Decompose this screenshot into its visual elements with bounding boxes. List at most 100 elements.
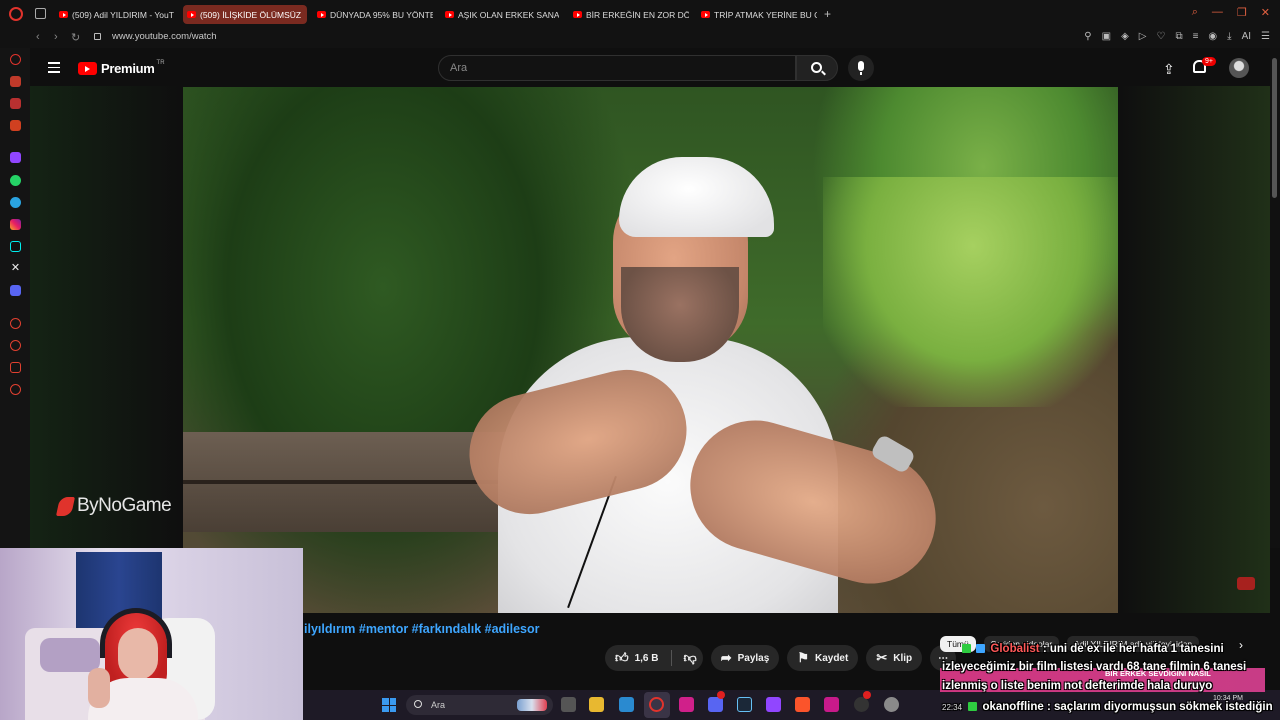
extensions-icon[interactable]: ⧉ <box>1175 31 1182 42</box>
heart-icon[interactable]: ♡ <box>1156 31 1165 42</box>
like-count[interactable]: 1,6 B <box>635 653 659 664</box>
download-icon[interactable]: ⤓ <box>1227 31 1231 42</box>
search-input[interactable] <box>439 56 779 80</box>
store-icon[interactable] <box>619 697 634 712</box>
browser-tab[interactable]: DÜNYADA 95% BU YÖNTE <box>313 5 433 24</box>
clip-button[interactable]: ✂ Klip <box>866 645 923 671</box>
bookmarks-icon[interactable] <box>10 76 21 87</box>
browser-tab[interactable]: AŞIK OLAN ERKEK SANA <box>441 5 559 24</box>
x-twitter-icon[interactable]: ✕ <box>10 263 21 274</box>
minimize-icon[interactable]: — <box>1212 6 1223 19</box>
youtube-favicon-icon <box>701 11 710 18</box>
video-scene-bench-slat <box>183 480 523 484</box>
notification-count-badge: 9+ <box>1202 57 1216 66</box>
adblock-icon[interactable]: ◈ <box>1121 31 1129 42</box>
speed-dial-icon[interactable] <box>10 54 21 65</box>
player-sidebar-icon[interactable] <box>10 318 21 329</box>
avatar[interactable] <box>1229 58 1249 78</box>
pin-icon[interactable]: ⚲ <box>1084 31 1091 42</box>
chat-username: okanoffline <box>982 701 1044 713</box>
youtube-play-icon <box>78 62 97 75</box>
browser-tab[interactable]: BİR ERKEĞİN EN ZOR DÖN <box>569 5 689 24</box>
hamburger-menu-icon[interactable] <box>48 62 60 76</box>
windows-start-icon[interactable] <box>382 698 396 712</box>
app-magenta-icon[interactable] <box>824 697 839 712</box>
extensions-sidebar-icon[interactable] <box>10 362 21 373</box>
search-button[interactable] <box>796 55 838 81</box>
youtube-premium-logo[interactable]: Premium TR <box>78 60 165 76</box>
window-controls: ⌕ — ❐ ✕ <box>1192 6 1270 19</box>
chat-message: izlenmiş o liste benim not defterimde ha… <box>942 680 1212 692</box>
crypto-wallet-icon[interactable] <box>10 98 21 109</box>
browser-tab-strip: (509) Adil YILDIRIM - YouT (509) İLİŞKİD… <box>0 0 1280 28</box>
search-tabs-icon[interactable]: ⌕ <box>1192 6 1198 19</box>
discord-taskbar-icon[interactable] <box>708 697 723 712</box>
messenger-icon[interactable] <box>10 120 21 131</box>
chat-text: uni de ex ile her hafta 1 tanesini <box>1049 643 1224 655</box>
close-icon[interactable]: ✕ <box>1261 6 1270 19</box>
new-tab-button[interactable]: + <box>824 7 831 21</box>
create-upload-icon[interactable]: ⇪ <box>1163 61 1175 78</box>
scrollbar-thumb[interactable] <box>1272 58 1277 198</box>
save-button[interactable]: ⚑ Kaydet <box>787 645 859 671</box>
brave-icon[interactable] <box>795 697 810 712</box>
history-icon[interactable] <box>10 340 21 351</box>
dislike-icon[interactable]: 👎︎ <box>684 650 697 666</box>
youtube-favicon-icon <box>573 11 582 18</box>
twitch-taskbar-icon[interactable] <box>766 697 781 712</box>
taskbar-search[interactable]: Ara <box>406 695 553 715</box>
tab-title: AŞIK OLAN ERKEK SANA <box>458 9 559 20</box>
back-icon[interactable]: ‹ <box>36 31 40 43</box>
settings-icon[interactable] <box>10 384 21 395</box>
browser-tab[interactable]: TRİP ATMAK YERİNE BU C <box>697 5 817 24</box>
player-icon[interactable]: ▷ <box>1139 31 1147 42</box>
settings-taskbar-icon[interactable] <box>884 697 899 712</box>
reload-icon[interactable]: ↻ <box>71 31 80 44</box>
whatsapp-icon[interactable] <box>10 175 21 186</box>
instagram-icon[interactable] <box>10 219 21 230</box>
voice-search-button[interactable] <box>848 55 874 81</box>
page-scrollbar[interactable] <box>1270 48 1280 548</box>
chat-badge-icon <box>962 644 971 653</box>
ai-label: AI <box>1241 31 1252 42</box>
browser-tab[interactable]: (509) Adil YILDIRIM - YouT <box>55 5 175 24</box>
webcam-pillow <box>40 638 100 672</box>
url-field[interactable]: www.youtube.com/watch <box>112 31 217 42</box>
easy-setup-icon[interactable]: ☰ <box>1261 31 1270 42</box>
opera-logo-icon[interactable] <box>9 7 23 21</box>
snapshot-icon[interactable]: ▣ <box>1102 31 1111 42</box>
steam-icon[interactable] <box>737 697 752 712</box>
chat-badge-icon <box>968 702 978 711</box>
video-player[interactable] <box>183 87 1118 613</box>
share-button[interactable]: ➦ Paylaş <box>710 645 780 671</box>
app-pink-icon[interactable] <box>679 697 694 712</box>
file-explorer-icon[interactable] <box>589 697 604 712</box>
chat-separator: : <box>1042 643 1050 655</box>
twitch-icon[interactable] <box>10 152 21 163</box>
video-hashtags[interactable]: ilyıldırım #mentor #farkındalık #adileso… <box>304 622 540 636</box>
opera-gx-taskbar-icon[interactable] <box>649 697 664 712</box>
webcam-streamer-hand <box>88 668 110 708</box>
account-icon[interactable]: ◉ <box>1208 31 1217 42</box>
chat-message: Globalist : uni de ex ile her hafta 1 ta… <box>962 643 1224 655</box>
chips-next-icon[interactable]: › <box>1239 638 1243 652</box>
tab-workspace-icon[interactable] <box>35 8 46 19</box>
aria-ai-button[interactable]: AI <box>1242 31 1251 42</box>
menu-icon[interactable]: ≡ <box>1193 31 1199 42</box>
discord-icon[interactable] <box>10 285 21 296</box>
like-icon[interactable]: 👍︎ <box>615 650 629 666</box>
maximize-icon[interactable]: ❐ <box>1237 6 1247 19</box>
webcam-overlay <box>0 548 303 720</box>
obs-icon[interactable] <box>854 697 869 712</box>
browser-tab-active[interactable]: (509) İLİŞKİDE ÖLÜMSÜZ <box>183 5 307 24</box>
chat-separator: : <box>1046 701 1055 713</box>
tiktok-icon[interactable] <box>10 241 21 252</box>
tab-title: DÜNYADA 95% BU YÖNTE <box>330 9 433 20</box>
tab-title: BİR ERKEĞİN EN ZOR DÖN <box>586 9 689 20</box>
forward-icon[interactable]: › <box>54 31 58 43</box>
taskbar-clock[interactable]: 10:34 PM <box>1213 694 1243 703</box>
discord-badge <box>717 691 725 699</box>
scissors-icon: ✂ <box>876 650 888 665</box>
task-view-icon[interactable] <box>561 697 576 712</box>
telegram-icon[interactable] <box>10 197 21 208</box>
